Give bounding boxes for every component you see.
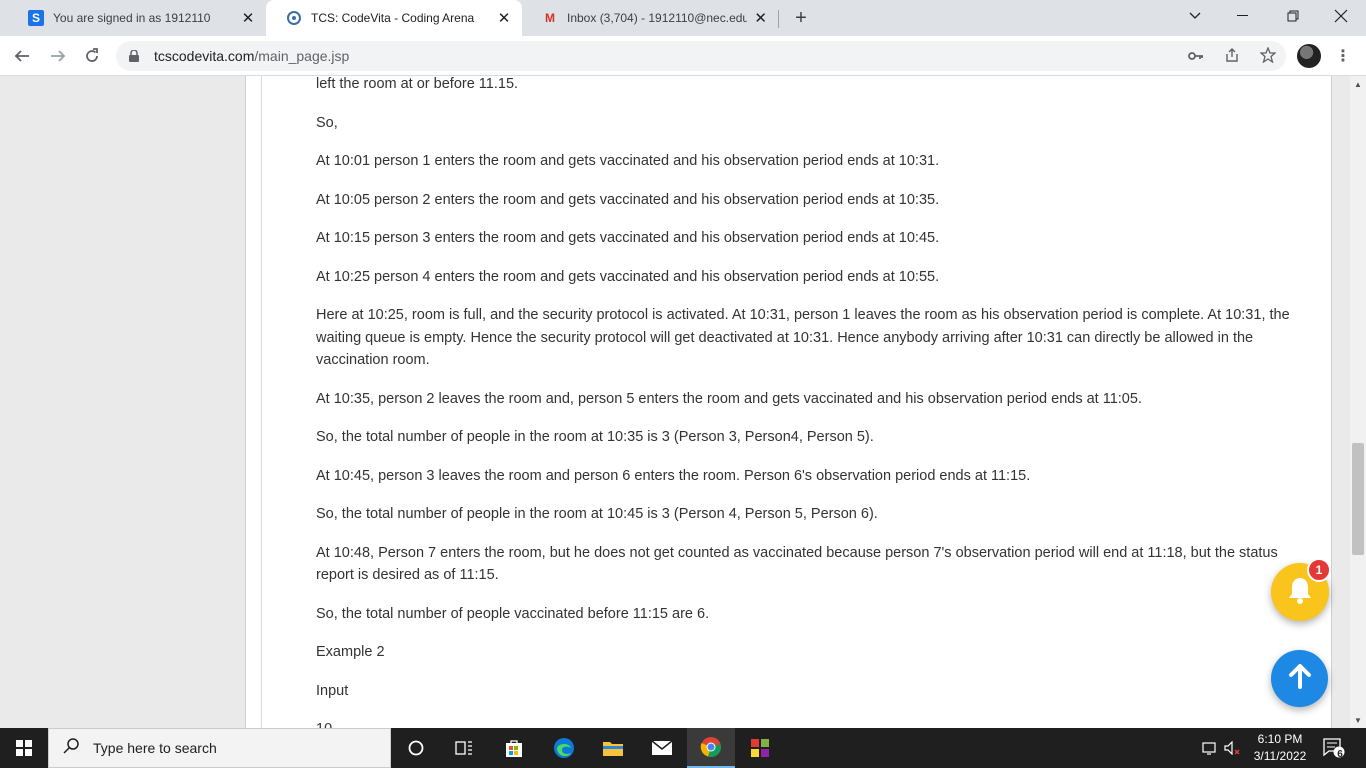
clock-time: 6:10 PM: [1257, 732, 1303, 746]
close-tab-icon[interactable]: ✕: [496, 10, 512, 27]
problem-paragraph: At 10:05 person 2 enters the room and ge…: [316, 191, 940, 208]
problem-paragraph: At 10:01 person 1 enters the room and ge…: [316, 153, 940, 169]
scroll-up-arrow-icon[interactable]: ▲: [1350, 76, 1366, 92]
action-center-button[interactable]: 6: [1322, 736, 1346, 760]
problem-paragraph: At 10:25 person 4 enters the room and ge…: [316, 268, 940, 285]
scroll-down-arrow-icon[interactable]: ▼: [1350, 712, 1366, 728]
problem-paragraph: Here at 10:25, room is full, and the sec…: [316, 307, 1290, 368]
colorful-app-icon[interactable]: [736, 728, 784, 768]
problem-paragraph: So, the total number of people in the ro…: [316, 429, 874, 445]
restore-icon[interactable]: [1268, 0, 1318, 32]
bookmark-star-icon[interactable]: [1259, 45, 1277, 66]
windows-taskbar: Type here to search 6:10 PM 3/11/2022 6: [0, 728, 1366, 768]
s-favicon-icon: S: [28, 10, 44, 26]
problem-panel: left the room at or before 11.15. So, At…: [245, 76, 1332, 728]
lock-icon[interactable]: [128, 49, 140, 63]
notification-count: 6: [1337, 749, 1343, 760]
tcs-favicon-icon: [286, 10, 302, 26]
problem-paragraph: At 10:45, person 3 leaves the room and p…: [316, 467, 1031, 484]
search-placeholder: Type here to search: [93, 740, 217, 756]
file-explorer-icon[interactable]: [589, 728, 637, 768]
minimize-icon[interactable]: [1218, 0, 1268, 32]
problem-paragraph: So,: [316, 114, 338, 131]
windows-logo-icon: [16, 740, 32, 756]
share-icon[interactable]: [1224, 47, 1240, 66]
microsoft-store-icon[interactable]: [490, 728, 538, 768]
tab-title: Inbox (3,704) - 1912110@nec.edu.in: [567, 11, 748, 25]
key-icon[interactable]: [1188, 48, 1204, 64]
problem-paragraph: At 10:35, person 2 leaves the room and, …: [316, 390, 1142, 407]
browser-toolbar: tcscodevita.com/main_page.jsp ⋮: [0, 36, 1366, 76]
bell-icon: [1287, 576, 1313, 609]
tab-title: You are signed in as 1912110: [53, 11, 211, 25]
panel-inner-border: [261, 76, 262, 728]
gmail-favicon-icon: M: [545, 11, 555, 25]
example-heading: Example 2: [316, 644, 385, 660]
profile-avatar[interactable]: [1297, 44, 1321, 68]
problem-paragraph: left the room at or before 11.15.: [316, 76, 519, 92]
arrow-up-icon: [1288, 663, 1312, 694]
problem-paragraph: At 10:48, Person 7 enters the room, but …: [316, 544, 1278, 584]
url-domain: tcscodevita.com: [154, 48, 255, 64]
more-menu-icon[interactable]: ⋮: [1333, 44, 1353, 68]
cortana-icon[interactable]: [392, 728, 440, 768]
forward-arrow-icon[interactable]: [44, 42, 72, 70]
taskbar-clock[interactable]: 6:10 PM 3/11/2022: [1240, 731, 1320, 765]
input-value: 10: [316, 718, 1316, 728]
page-viewport: left the room at or before 11.15. So, At…: [0, 76, 1350, 728]
tab-codevita[interactable]: TCS: CodeVita - Coding Arena ✕: [266, 0, 522, 36]
chrome-icon[interactable]: [687, 728, 735, 768]
back-arrow-icon[interactable]: [8, 42, 36, 70]
tab-inbox[interactable]: M Inbox (3,704) - 1912110@nec.edu.in ✕: [522, 0, 778, 36]
scrollbar-thumb[interactable]: [1352, 443, 1364, 555]
tab-separator: [778, 10, 779, 28]
windows-start-button[interactable]: [0, 728, 48, 768]
clock-date: 3/11/2022: [1253, 749, 1307, 763]
scroll-to-top-button[interactable]: [1271, 650, 1328, 707]
search-icon: [63, 737, 79, 759]
task-view-icon[interactable]: [440, 728, 488, 768]
address-bar[interactable]: tcscodevita.com/main_page.jsp: [116, 41, 1286, 71]
close-window-icon[interactable]: [1316, 0, 1366, 32]
tab-search-chevron-down-icon[interactable]: [1170, 0, 1220, 32]
close-tab-icon[interactable]: ✕: [240, 10, 256, 27]
problem-paragraph: So, the total number of people vaccinate…: [316, 605, 710, 622]
problem-paragraph: So, the total number of people in the ro…: [316, 506, 878, 522]
problem-statement: left the room at or before 11.15. So, At…: [316, 76, 1316, 728]
edge-browser-icon[interactable]: [540, 728, 588, 768]
tab-signed-in[interactable]: S You are signed in as 1912110 ✕: [8, 0, 266, 36]
page-scrollbar[interactable]: ▲ ▼: [1350, 76, 1366, 728]
tab-strip: S You are signed in as 1912110 ✕ TCS: Co…: [0, 0, 1366, 36]
tab-title: TCS: CodeVita - Coding Arena: [311, 11, 475, 25]
reload-icon[interactable]: [78, 42, 106, 70]
close-tab-icon[interactable]: ✕: [753, 10, 768, 27]
network-icon[interactable]: [1202, 728, 1220, 768]
taskbar-search-box[interactable]: Type here to search: [48, 728, 391, 768]
input-heading: Input: [316, 682, 349, 699]
mail-icon[interactable]: [638, 728, 686, 768]
problem-paragraph: At 10:15 person 3 enters the room and ge…: [316, 230, 940, 246]
notification-count-badge: 1: [1307, 558, 1331, 582]
url-path: /main_page.jsp: [254, 48, 350, 64]
new-tab-button[interactable]: +: [789, 6, 813, 30]
